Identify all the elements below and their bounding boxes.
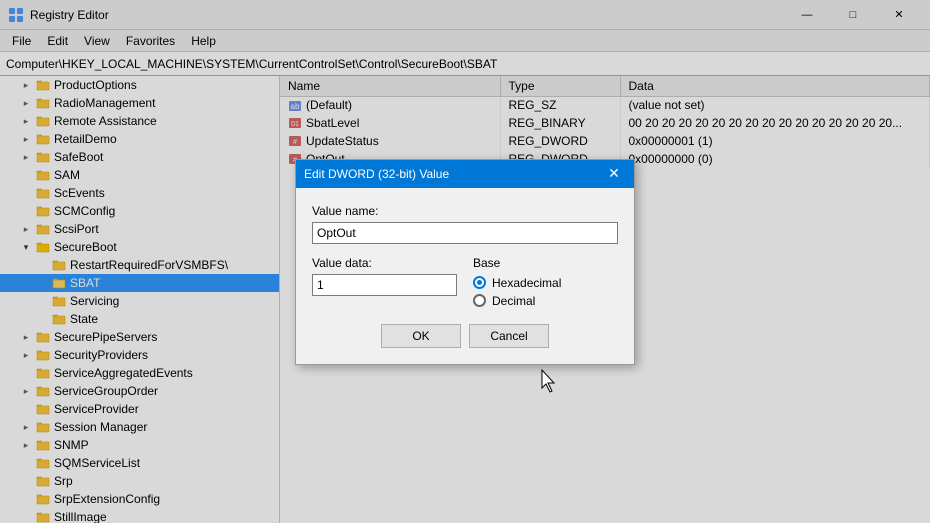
modal-buttons: OK Cancel [312, 324, 618, 348]
base-label: Base [473, 256, 618, 270]
modal-title-bar: Edit DWORD (32-bit) Value ✕ [296, 160, 634, 188]
modal-overlay: Edit DWORD (32-bit) Value ✕ Value name: … [0, 0, 930, 523]
radio-decimal[interactable]: Decimal [473, 294, 618, 308]
radio-decimal-btn [473, 294, 486, 307]
cancel-button[interactable]: Cancel [469, 324, 549, 348]
radio-hexadecimal[interactable]: Hexadecimal [473, 276, 618, 290]
modal-close-button[interactable]: ✕ [602, 164, 626, 184]
radio-hexadecimal-label: Hexadecimal [492, 276, 561, 290]
value-name-label: Value name: [312, 204, 618, 218]
value-data-input[interactable] [312, 274, 457, 296]
radio-hexadecimal-btn [473, 276, 486, 289]
modal-title: Edit DWORD (32-bit) Value [304, 167, 602, 181]
edit-dword-dialog: Edit DWORD (32-bit) Value ✕ Value name: … [295, 159, 635, 365]
modal-data-base-row: Value data: Base Hexadecimal Decimal [312, 256, 618, 312]
value-name-input[interactable] [312, 222, 618, 244]
modal-body: Value name: Value data: Base Hexadecimal… [296, 188, 634, 364]
modal-base-section: Base Hexadecimal Decimal [473, 256, 618, 312]
value-data-label: Value data: [312, 256, 457, 270]
modal-data-section: Value data: [312, 256, 457, 312]
ok-button[interactable]: OK [381, 324, 461, 348]
radio-decimal-label: Decimal [492, 294, 535, 308]
